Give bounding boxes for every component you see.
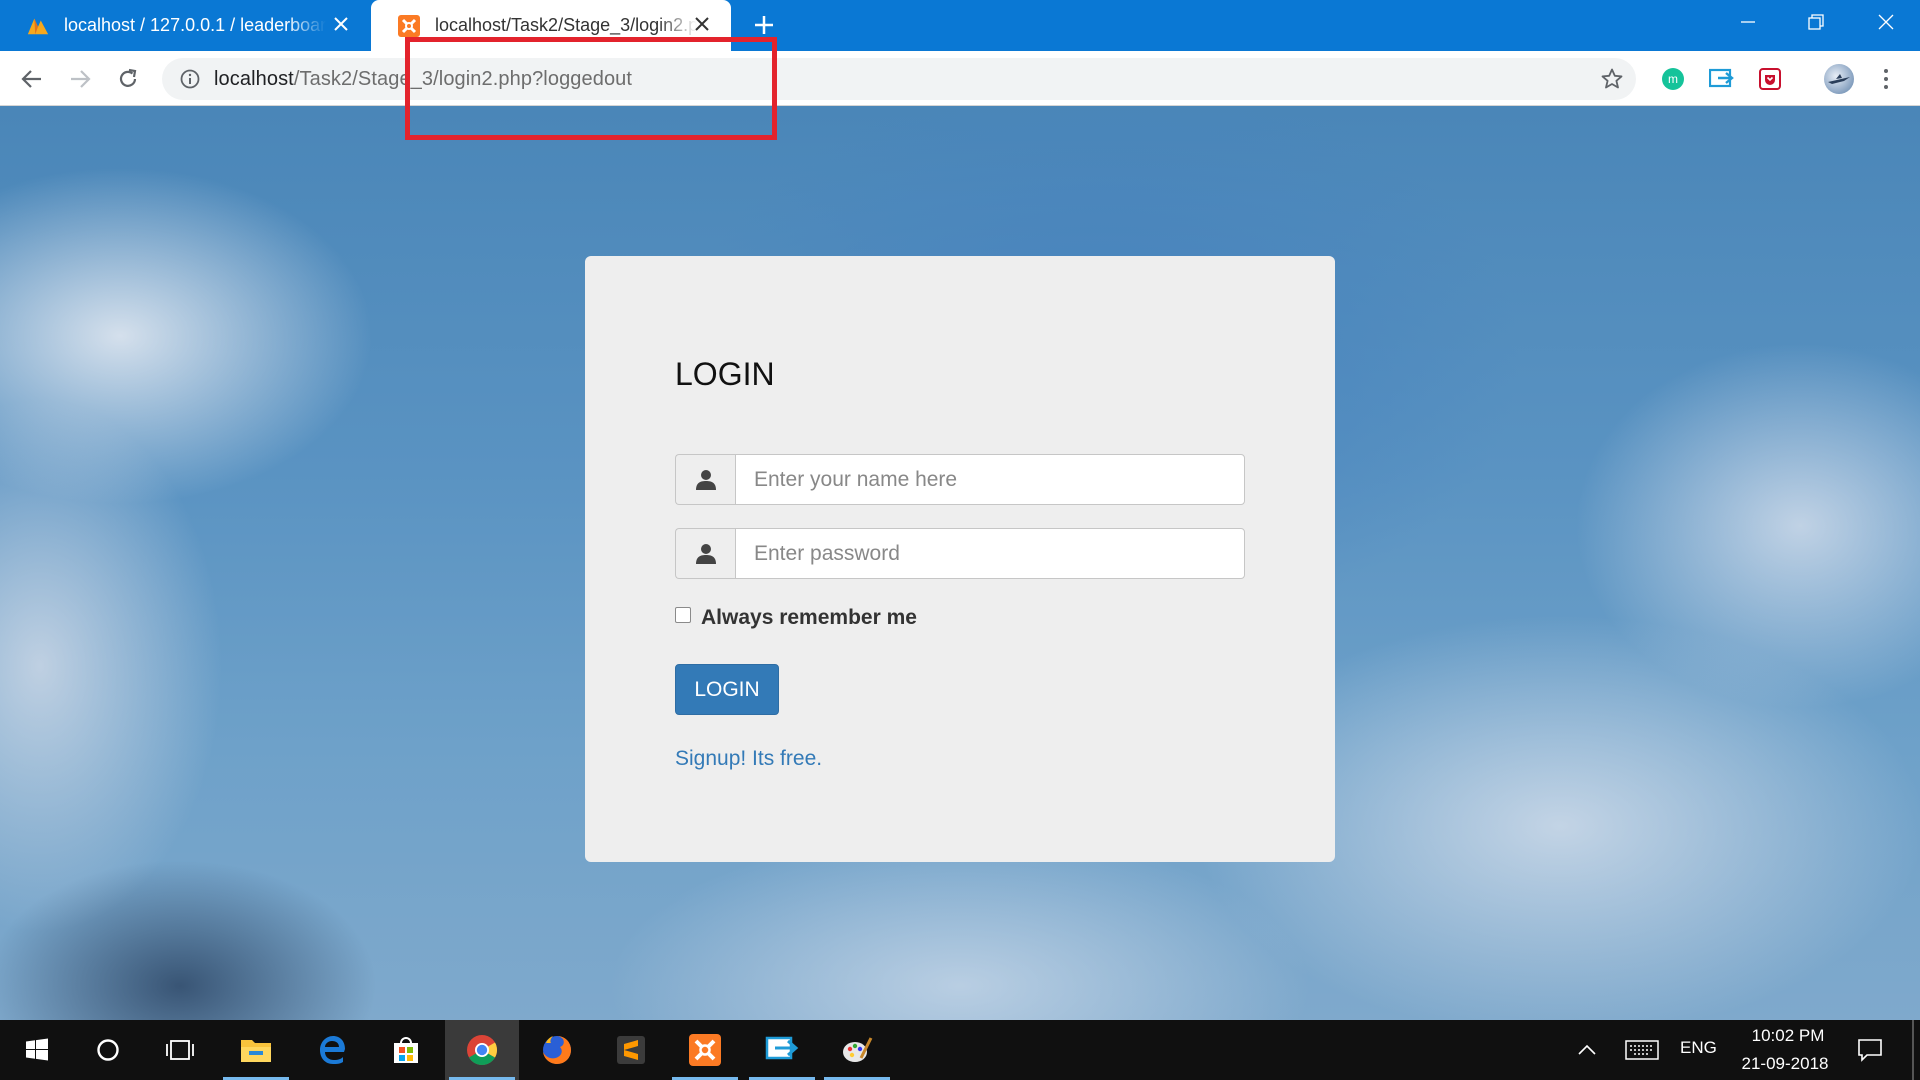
tab-phpmyadmin[interactable]: localhost / 127.0.0.1 / leaderboard bbox=[0, 0, 370, 51]
tab-close-icon[interactable] bbox=[691, 13, 713, 35]
forward-arrow-icon bbox=[71, 70, 91, 88]
password-group bbox=[675, 528, 1245, 579]
windows-start-icon[interactable] bbox=[0, 1020, 74, 1080]
reload-button[interactable] bbox=[110, 61, 146, 97]
clock-date[interactable]: 21-09-2018 bbox=[1730, 1054, 1840, 1074]
browser-toolbar: localhost/Task2/Stage_3/login2.php?logge… bbox=[0, 51, 1920, 106]
clock-time[interactable]: 10:02 PM bbox=[1740, 1026, 1836, 1046]
login-card: LOGIN Always remember me LOGIN Signup! I… bbox=[585, 256, 1335, 862]
login-button[interactable]: LOGIN bbox=[675, 664, 779, 715]
tab-title: localhost/Task2/Stage_3/login2.php?logge… bbox=[435, 15, 697, 35]
page-background: LOGIN Always remember me LOGIN Signup! I… bbox=[0, 106, 1920, 1020]
back-button[interactable] bbox=[14, 61, 50, 97]
edge-icon[interactable] bbox=[295, 1020, 369, 1080]
minimize-icon[interactable] bbox=[1714, 0, 1782, 44]
info-icon[interactable] bbox=[178, 67, 202, 91]
screen-share-icon[interactable] bbox=[745, 1020, 819, 1080]
username-group bbox=[675, 454, 1245, 505]
password-input[interactable] bbox=[735, 528, 1245, 579]
tab-title: localhost / 127.0.0.1 / leaderboard bbox=[64, 15, 326, 35]
sublime-text-icon[interactable] bbox=[594, 1020, 668, 1080]
pocket-icon[interactable] bbox=[1757, 66, 1783, 92]
bookmark-star-icon[interactable] bbox=[1600, 67, 1624, 91]
screen: localhost / 127.0.0.1 / leaderboard loca… bbox=[0, 0, 1920, 1080]
language-indicator[interactable]: ENG bbox=[1680, 1038, 1717, 1058]
grammarly-icon[interactable]: m bbox=[1660, 66, 1686, 92]
file-explorer-icon[interactable] bbox=[219, 1020, 293, 1080]
address-bar[interactable]: localhost/Task2/Stage_3/login2.php?logge… bbox=[162, 58, 1636, 100]
tab-close-icon[interactable] bbox=[330, 13, 352, 35]
remember-me-checkbox[interactable] bbox=[675, 607, 691, 623]
paint-icon[interactable] bbox=[820, 1020, 894, 1080]
store-icon[interactable] bbox=[369, 1020, 443, 1080]
url-text: localhost/Task2/Stage_3/login2.php?logge… bbox=[214, 68, 632, 91]
xampp-icon bbox=[397, 14, 421, 38]
login-title: LOGIN bbox=[675, 356, 775, 392]
chrome-icon[interactable] bbox=[445, 1020, 519, 1080]
signup-link[interactable]: Signup! Its free. bbox=[675, 747, 822, 771]
remember-me-label: Always remember me bbox=[701, 606, 917, 629]
forward-button[interactable] bbox=[62, 61, 98, 97]
user-icon bbox=[675, 528, 735, 579]
show-desktop-button[interactable] bbox=[1912, 1020, 1914, 1080]
new-tab-icon[interactable] bbox=[750, 11, 778, 39]
restore-icon[interactable] bbox=[1782, 0, 1850, 44]
url-path: /Task2/Stage_3/login2.php?loggedout bbox=[293, 67, 633, 90]
firefox-icon[interactable] bbox=[520, 1020, 594, 1080]
cortana-icon[interactable] bbox=[71, 1020, 145, 1080]
svg-text:m: m bbox=[1668, 72, 1678, 86]
phpmyadmin-icon bbox=[26, 14, 50, 38]
browser-menu-icon[interactable] bbox=[1876, 65, 1896, 93]
taskbar: ENG 10:02 PM 21-09-2018 bbox=[0, 1020, 1920, 1080]
tab-login[interactable]: localhost/Task2/Stage_3/login2.php?logge… bbox=[371, 0, 731, 51]
xampp-icon[interactable] bbox=[668, 1020, 742, 1080]
profile-avatar[interactable] bbox=[1824, 64, 1854, 94]
chevron-up-icon[interactable] bbox=[1572, 1036, 1602, 1064]
url-host: localhost bbox=[214, 67, 294, 90]
keyboard-icon[interactable] bbox=[1622, 1036, 1662, 1064]
reload-icon bbox=[119, 68, 137, 87]
screen-share-icon[interactable] bbox=[1709, 66, 1735, 92]
user-icon bbox=[675, 454, 735, 505]
remember-me-row: Always remember me bbox=[675, 606, 917, 630]
task-view-icon[interactable] bbox=[143, 1020, 217, 1080]
close-window-icon[interactable] bbox=[1852, 0, 1920, 44]
tab-strip: localhost / 127.0.0.1 / leaderboard loca… bbox=[0, 0, 1920, 51]
back-arrow-icon bbox=[21, 70, 41, 88]
username-input[interactable] bbox=[735, 454, 1245, 505]
notification-icon[interactable] bbox=[1855, 1036, 1885, 1064]
